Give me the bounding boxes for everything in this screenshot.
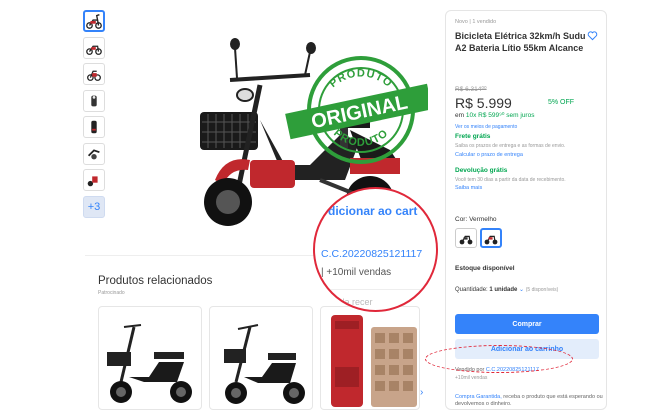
purchase-guarantee: Compra Garantida, receba o produto que e… [455,394,605,408]
magnified-divider [315,289,436,290]
quantity-prefix: Quantidade: [455,287,490,293]
scooter-icon [87,70,101,81]
related-product-card-1[interactable] [98,306,202,410]
scooter-back-icon [91,120,97,134]
quantity-selector[interactable]: Quantidade: 1 unidade ⌄ (5 disponíveis) [455,286,558,293]
thumbnail-4[interactable] [83,89,105,112]
seller-highlight-oval [425,345,573,373]
scooter-icon [87,176,98,187]
condition-label: Novo | 1 vendido [455,19,497,25]
stock-label: Estoque disponível [455,265,515,272]
scooter-icon [86,45,102,55]
color-swatch-black[interactable] [455,228,477,248]
discount-badge: 5% OFF [548,99,575,106]
magnified-seller-code: C.C.20220825121117 [321,248,423,260]
magnified-add-to-cart: dicionar ao cart [328,204,418,218]
scooter-front-icon [91,95,97,106]
seller-sales: +10mil vendas [455,375,488,381]
scooter-icon [459,235,473,245]
thumbnail-strip: +3 [83,10,107,222]
chevron-down-icon: ⌄ [519,287,525,293]
calculate-delivery-link[interactable]: Calcular o prazo de entrega [455,152,523,158]
guarantee-link[interactable]: Compra Garantida, [455,394,502,400]
related-product-card-2[interactable] [209,306,313,410]
thumbnail-1[interactable] [83,10,105,32]
color-swatch-red[interactable] [480,228,502,248]
thumbnail-5[interactable] [83,116,105,138]
quantity-value: 1 unidade [489,287,518,293]
thumbnail-7[interactable] [83,169,105,191]
magnifier-callout: dicionar ao cart C.C.20220825121117 | +1… [313,187,438,312]
free-shipping-desc: Saiba os prazos de entrega e as formas d… [455,143,566,149]
current-price: R$ 5.999 [455,95,512,111]
battery-image [331,315,417,407]
original-product-stamp: PRODUTO PRODUTO ORIGINAL [283,52,433,167]
installments-prefix: em [455,112,466,119]
free-return-label: Devolução grátis [455,167,508,174]
stamp-main-text: ORIGINAL [309,91,409,133]
buy-button[interactable]: Comprar [455,314,599,334]
scooter-image [224,324,305,404]
scooter-icon [484,235,498,245]
thumbnail-3[interactable] [83,63,105,85]
related-product-card-3[interactable] [320,306,420,410]
learn-more-link[interactable]: Saiba mais [455,185,482,191]
thumbnail-6[interactable] [83,142,105,165]
thumbnail-2[interactable] [83,36,105,59]
old-price: R$ 6.314⁰⁰ [455,86,487,93]
related-products-subtitle: Patrocinado [98,290,125,296]
chevron-right-icon[interactable]: › [420,387,423,398]
color-label: Cor: Vermelho [455,216,497,223]
more-thumbnails-button[interactable]: +3 [83,195,105,218]
installments: em 10x R$ 599⁹⁰ sem juros [455,111,534,119]
free-return-desc: Você tem 30 dias a partir da data de rec… [455,177,566,183]
installments-value: 10x R$ 599⁹⁰ sem juros [465,112,535,119]
related-products-title: Produtos relacionados [98,275,213,287]
product-title: Bicicleta Elétrica 32km/h Sudu A2 Bateri… [455,31,586,53]
svg-text:PRODUTO: PRODUTO [327,67,394,90]
scooter-image [107,324,192,403]
quantity-available: (5 disponíveis) [525,287,559,293]
scooter-icon [86,14,102,29]
stamp-top-text: PRODUTO [327,67,393,90]
magnified-sales-count: | +10mil vendas [321,267,392,278]
scooter-detail-icon [87,148,100,159]
magnified-related-text: tida recer [335,297,373,307]
payment-methods-link[interactable]: Ver os meios de pagamento [455,124,517,130]
free-shipping-label: Frete grátis [455,133,491,140]
